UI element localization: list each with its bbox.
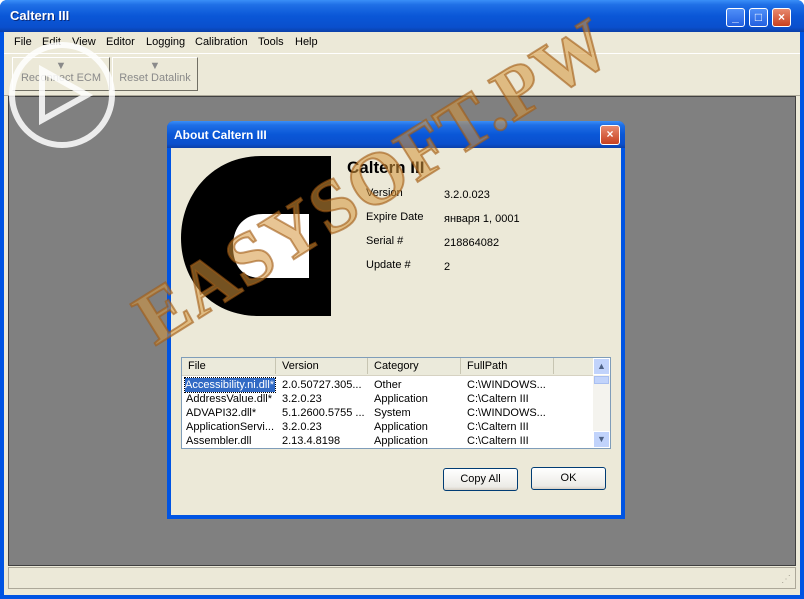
cell-fullpath: C:\Caltern III xyxy=(467,435,529,447)
menu-logging[interactable]: Logging xyxy=(146,36,185,48)
table-row[interactable]: Assembler.dll 2.13.4.8198 Application C:… xyxy=(182,434,594,448)
serial-value: 218864082 xyxy=(444,237,500,249)
table-row[interactable]: Accessibility.ni.dll* 2.0.50727.305... O… xyxy=(182,377,594,393)
reset-datalink-button[interactable]: ▼ Reset Datalink xyxy=(112,57,198,91)
cell-file: Accessibility.ni.dll* xyxy=(184,377,276,393)
app-name: Caltern III xyxy=(347,158,425,177)
copy-all-button[interactable]: Copy All xyxy=(443,468,518,491)
update-label: Update # xyxy=(366,259,411,271)
cell-fullpath: C:\Caltern III xyxy=(467,393,529,405)
update-value: 2 xyxy=(444,261,451,273)
cell-file: ApplicationServi... xyxy=(186,421,275,433)
expire-date-value: января 1, 0001 xyxy=(444,213,520,225)
cell-file: AddressValue.dll* xyxy=(186,393,273,405)
menu-view[interactable]: View xyxy=(72,36,96,48)
window-title: Caltern III xyxy=(10,8,70,23)
reconnect-ecm-label: Reconnect ECM xyxy=(20,72,102,84)
table-row[interactable]: AddressValue.dll* 3.2.0.23 Application C… xyxy=(182,392,594,406)
column-file[interactable]: File xyxy=(182,358,276,374)
toolbar: ▼ Reconnect ECM ▼ Reset Datalink xyxy=(4,53,800,96)
about-dialog: About Caltern III × Caltern III Version … xyxy=(167,121,625,519)
table-row[interactable]: ApplicationServi... 3.2.0.23 Application… xyxy=(182,420,594,434)
cell-file: Assembler.dll xyxy=(186,435,252,447)
dialog-title: About Caltern III xyxy=(174,128,267,142)
column-version[interactable]: Version xyxy=(276,358,368,374)
dialog-close-button[interactable]: × xyxy=(600,125,620,145)
cell-version: 2.13.4.8198 xyxy=(282,435,341,447)
menu-tools[interactable]: Tools xyxy=(258,36,284,48)
expire-date-label: Expire Date xyxy=(366,211,424,223)
minimize-button[interactable]: _ xyxy=(726,8,745,27)
cell-category: System xyxy=(374,407,411,419)
cell-category: Application xyxy=(374,393,428,405)
reset-datalink-label: Reset Datalink xyxy=(119,72,191,84)
plug-icon: ▼ xyxy=(55,60,67,72)
column-category[interactable]: Category xyxy=(368,358,461,374)
version-value: 3.2.0.023 xyxy=(444,189,490,201)
list-header: File Version Category FullPath xyxy=(182,358,594,376)
cell-category: Application xyxy=(374,421,428,433)
cell-category: Application xyxy=(374,435,428,447)
scroll-up-icon[interactable]: ▲ xyxy=(593,358,610,375)
caltern-logo xyxy=(181,156,331,316)
menu-edit[interactable]: Edit xyxy=(42,36,61,48)
menu-editor[interactable]: Editor xyxy=(106,36,135,48)
cell-fullpath: C:\WINDOWS... xyxy=(467,407,546,419)
resize-grip-icon[interactable]: ⋰ xyxy=(781,574,793,586)
menu-calibration[interactable]: Calibration xyxy=(195,36,248,48)
cell-file: ADVAPI32.dll* xyxy=(186,407,257,419)
cell-fullpath: C:\Caltern III xyxy=(467,421,529,433)
menu-help[interactable]: Help xyxy=(295,36,318,48)
column-fullpath[interactable]: FullPath xyxy=(461,358,554,374)
maximize-button[interactable]: □ xyxy=(749,8,768,27)
serial-label: Serial # xyxy=(366,235,404,247)
title-bar[interactable]: Caltern III _ □ × xyxy=(0,0,804,32)
cell-version: 3.2.0.23 xyxy=(282,421,322,433)
plug-icon: ▼ xyxy=(149,60,161,72)
cell-category: Other xyxy=(374,379,402,391)
table-row[interactable]: ADVAPI32.dll* 5.1.2600.5755 ... System C… xyxy=(182,406,594,420)
file-list[interactable]: File Version Category FullPath Accessibi… xyxy=(181,357,611,449)
vertical-scrollbar[interactable]: ▲ ▼ xyxy=(593,358,610,448)
close-button[interactable]: × xyxy=(772,8,791,27)
ok-button[interactable]: OK xyxy=(531,467,606,490)
cell-version: 2.0.50727.305... xyxy=(282,379,362,391)
cell-fullpath: C:\WINDOWS... xyxy=(467,379,546,391)
menu-file[interactable]: File xyxy=(14,36,32,48)
status-bar: ⋰ xyxy=(8,567,796,589)
dialog-body: Caltern III Version 3.2.0.023 Expire Dat… xyxy=(171,148,621,515)
scroll-down-icon[interactable]: ▼ xyxy=(593,431,610,448)
menu-bar: File Edit View Editor Logging Calibratio… xyxy=(4,32,800,52)
dialog-title-bar[interactable]: About Caltern III × xyxy=(167,121,625,148)
cell-version: 5.1.2600.5755 ... xyxy=(282,407,364,419)
cell-version: 3.2.0.23 xyxy=(282,393,322,405)
version-label: Version xyxy=(366,187,403,199)
scroll-thumb[interactable] xyxy=(594,376,609,384)
reconnect-ecm-button[interactable]: ▼ Reconnect ECM xyxy=(12,57,110,91)
